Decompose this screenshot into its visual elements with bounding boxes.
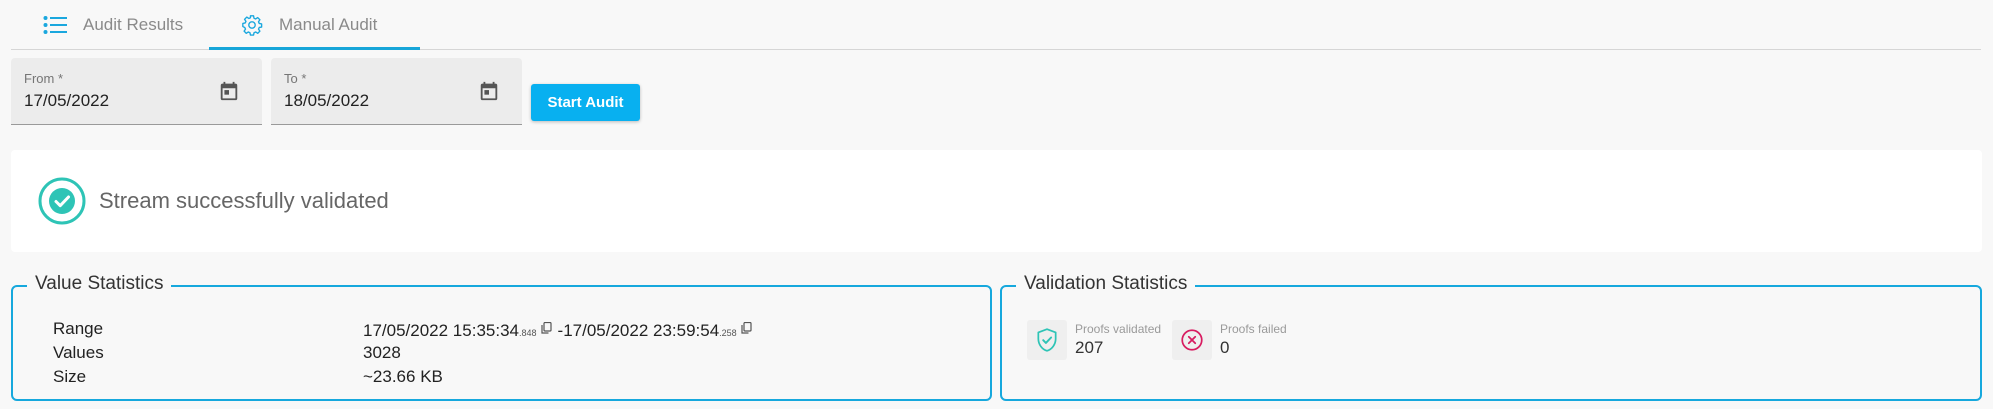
tab-manual-audit-label: Manual Audit xyxy=(279,15,378,34)
from-date-field[interactable]: From * 17/05/2022 xyxy=(11,58,262,125)
gear-icon xyxy=(241,14,263,36)
to-date-label: To * xyxy=(284,71,307,86)
tab-audit-results-label: Audit Results xyxy=(83,15,184,34)
copy-icon[interactable] xyxy=(540,319,552,339)
proofs-failed-label: Proofs failed xyxy=(1220,322,1287,336)
range-start: 17/05/2022 15:35:34 xyxy=(363,321,519,340)
tab-bar: Audit Results Manual Audit xyxy=(11,0,1981,50)
start-audit-button[interactable]: Start Audit xyxy=(531,84,640,121)
validation-status-card: Stream successfully validated xyxy=(11,150,1982,252)
range-label: Range xyxy=(53,319,104,338)
validation-statistics-panel: Validation Statistics Proofs validated 2… xyxy=(1000,273,1982,401)
values-label: Values xyxy=(53,343,104,362)
copy-icon[interactable] xyxy=(741,319,752,339)
value-statistics-title: Value Statistics xyxy=(27,273,172,295)
active-tab-indicator xyxy=(209,47,420,50)
check-circle-icon xyxy=(38,177,86,230)
range-end-ms: .258 xyxy=(719,328,737,338)
size-value: ~23.66 KB xyxy=(363,367,443,386)
validation-statistics-title: Validation Statistics xyxy=(1016,273,1196,295)
from-date-value[interactable]: 17/05/2022 xyxy=(24,91,109,111)
calendar-icon[interactable] xyxy=(478,80,500,107)
proofs-failed-value: 0 xyxy=(1220,338,1230,357)
to-date-field[interactable]: To * 18/05/2022 xyxy=(271,58,522,125)
error-circle-icon xyxy=(1172,320,1212,360)
proofs-validated-label: Proofs validated xyxy=(1075,322,1162,336)
tab-audit-results[interactable]: Audit Results xyxy=(43,0,183,50)
range-value: 17/05/2022 15:35:34.848 -17/05/2022 23:59… xyxy=(363,319,758,341)
calendar-icon[interactable] xyxy=(218,80,240,107)
proofs-validated-value: 207 xyxy=(1075,338,1104,357)
to-date-value[interactable]: 18/05/2022 xyxy=(284,91,369,111)
proofs-validated-stat: Proofs validated 207 xyxy=(1027,320,1161,360)
proofs-failed-stat: Proofs failed 0 xyxy=(1172,320,1287,360)
values-count: 3028 xyxy=(363,343,401,362)
value-statistics-panel: Value Statistics Range 17/05/2022 15:35:… xyxy=(11,273,992,401)
range-start-ms: .848 xyxy=(518,328,537,338)
tab-manual-audit[interactable]: Manual Audit xyxy=(241,0,377,50)
status-message: Stream successfully validated xyxy=(99,188,389,213)
size-label: Size xyxy=(53,367,87,386)
from-date-label: From * xyxy=(24,71,63,86)
shield-check-icon xyxy=(1027,320,1067,360)
list-icon xyxy=(43,15,67,35)
range-end: 17/05/2022 23:59:54 xyxy=(563,321,720,340)
